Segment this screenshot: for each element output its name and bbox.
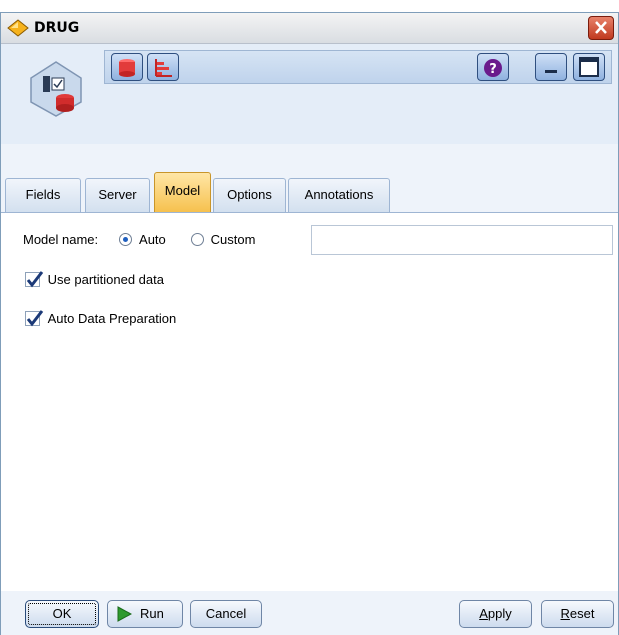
reset-label-rest: eset	[569, 606, 595, 621]
use-partitioned-label: Use partitioned data	[47, 272, 164, 287]
custom-radio-label: Custom	[210, 232, 256, 247]
title-bar[interactable]: DRUG	[1, 13, 618, 44]
reset-label-mnemonic: R	[560, 606, 570, 621]
checkmark-icon	[26, 271, 44, 288]
minimize-button[interactable]	[535, 53, 567, 81]
apply-label-mnemonic: A	[479, 606, 488, 621]
run-label: Run	[140, 606, 164, 621]
model-panel: Model name: Auto Custom Use partitioned …	[1, 212, 618, 591]
database-button[interactable]	[111, 53, 143, 81]
tab-model[interactable]: Model	[154, 172, 211, 212]
tab-bar: Fields Server Model Options Annotations	[1, 172, 618, 212]
close-button[interactable]	[588, 16, 614, 40]
use-partitioned-checkbox[interactable]	[25, 271, 44, 288]
button-bar: OK Run Cancel Apply Reset	[1, 591, 618, 635]
checkmark-icon	[26, 310, 44, 327]
dialog-window: DRUG ? Fields Server Model Options Annot…	[0, 12, 619, 635]
node-toolbar-area: ?	[1, 44, 618, 144]
toolbar: ?	[104, 50, 612, 84]
auto-data-prep-checkbox[interactable]	[25, 310, 44, 327]
tab-server[interactable]: Server	[85, 178, 150, 212]
ok-button[interactable]: OK	[25, 600, 99, 628]
auto-data-prep-row: Auto Data Preparation	[25, 310, 177, 327]
window-title: DRUG	[34, 20, 80, 36]
database-icon	[119, 59, 135, 77]
model-name-input[interactable]	[311, 225, 613, 255]
minimize-icon	[545, 70, 557, 73]
play-icon	[117, 606, 132, 622]
apply-label-rest: pply	[487, 606, 512, 621]
svg-text:?: ?	[489, 62, 497, 77]
reset-button[interactable]: Reset	[541, 600, 614, 628]
tab-annotations[interactable]: Annotations	[288, 178, 390, 212]
custom-radio[interactable]	[191, 233, 205, 246]
maximize-icon	[579, 57, 599, 77]
model-name-row: Model name: Auto Custom	[23, 232, 255, 247]
close-icon	[595, 21, 607, 34]
chart-icon	[155, 59, 172, 77]
help-button[interactable]: ?	[477, 53, 509, 81]
auto-radio[interactable]	[119, 233, 133, 246]
diamond-node-icon	[7, 19, 29, 37]
use-partitioned-row: Use partitioned data	[25, 271, 164, 288]
run-button[interactable]: Run	[107, 600, 183, 628]
cancel-button[interactable]: Cancel	[190, 600, 262, 628]
chart-button[interactable]	[147, 53, 179, 81]
apply-button[interactable]: Apply	[459, 600, 532, 628]
help-icon: ?	[484, 59, 502, 77]
model-name-label: Model name:	[23, 232, 99, 247]
auto-data-prep-label: Auto Data Preparation	[47, 311, 177, 326]
auto-radio-label: Auto	[139, 232, 166, 247]
node-icon	[30, 61, 82, 117]
tab-options[interactable]: Options	[213, 178, 286, 212]
maximize-button[interactable]	[573, 53, 605, 81]
tab-fields[interactable]: Fields	[5, 178, 81, 212]
